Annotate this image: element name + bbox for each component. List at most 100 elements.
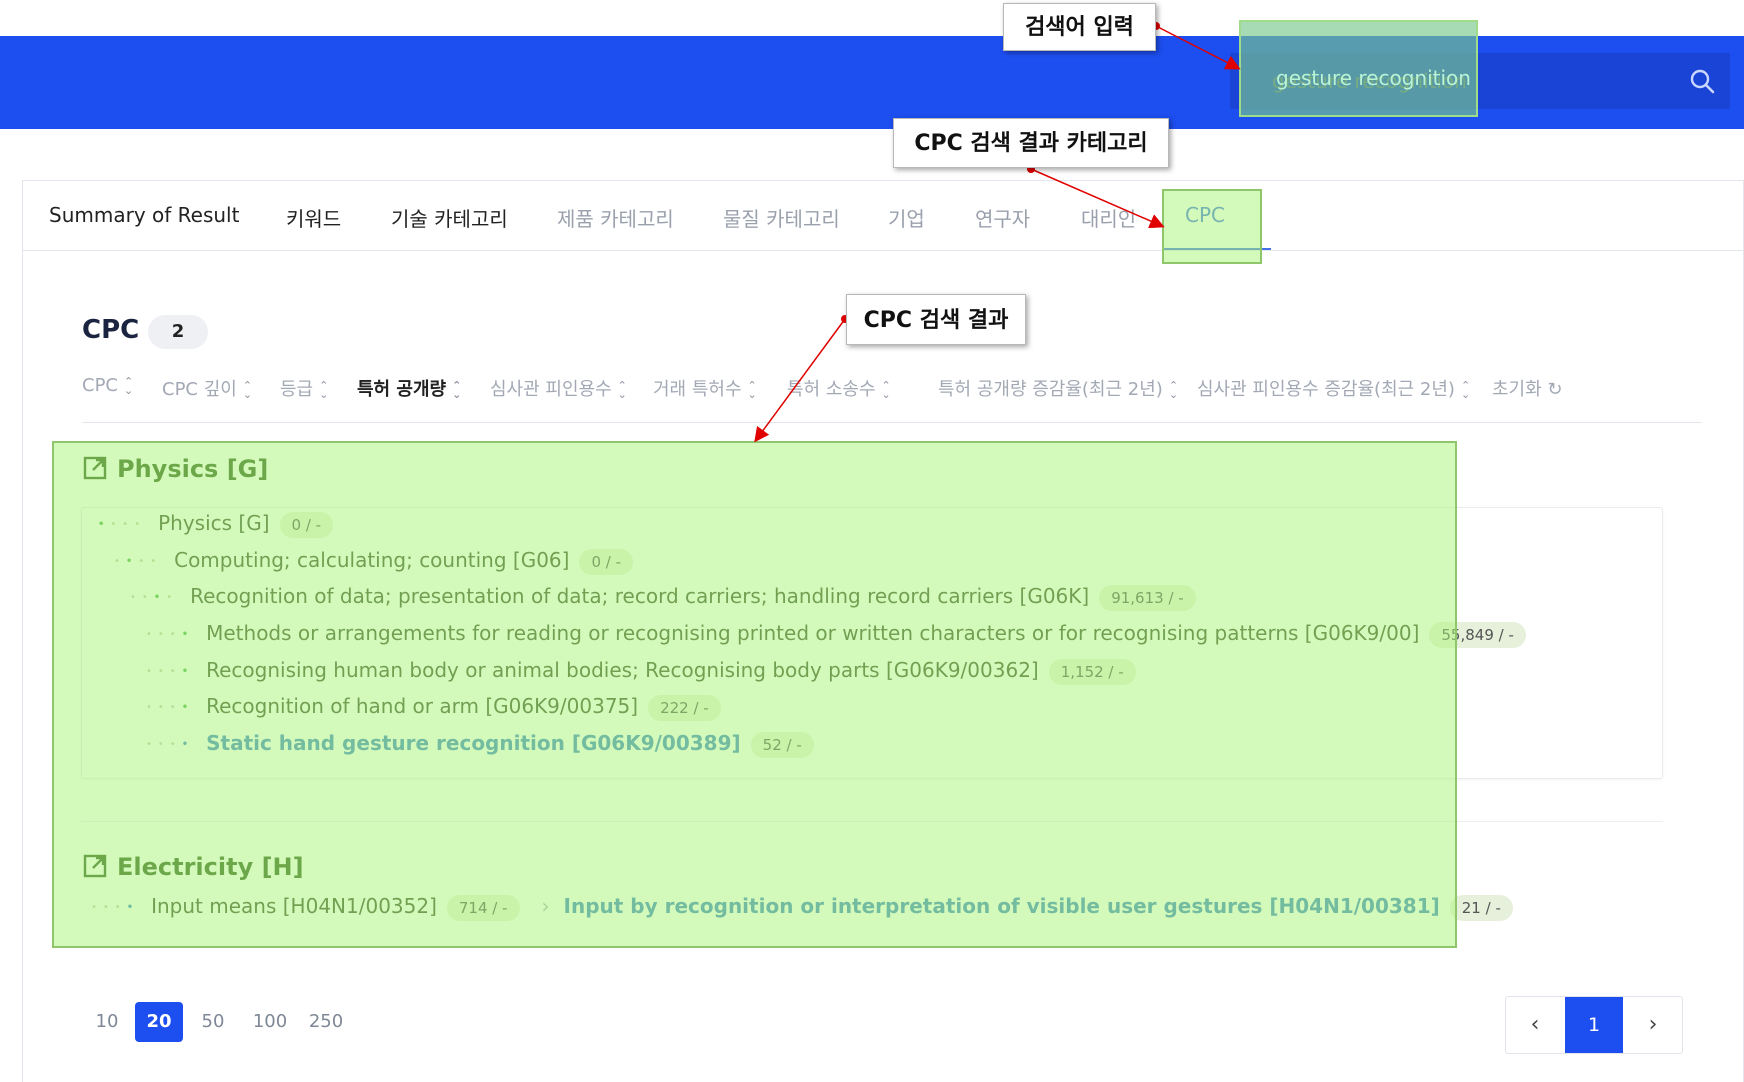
stat-pill: 21 / - — [1449, 894, 1513, 921]
sort-label: CPC 깊이 — [162, 379, 237, 400]
tab-cpc[interactable]: CPC — [1185, 203, 1225, 227]
tree-label: Static hand gesture recognition [G06K9/0… — [206, 731, 741, 755]
sort-cpc-depth[interactable]: CPC 깊이 ⌃ ⌄ — [162, 375, 252, 401]
depth-dots: •••• — [146, 628, 195, 640]
stat-pill: 0 / - — [279, 511, 334, 538]
result-count-badge: 2 — [148, 315, 208, 349]
sort-examiner-citations[interactable]: 심사관 피인용수 ⌃ ⌄ — [490, 375, 627, 401]
sort-bar: CPC ⌃ ⌄ CPC 깊이 ⌃ ⌄ 등급 ⌃ ⌄ 특허 공개량 ⌃ ⌄ 심사관 피인용수 ⌃ ⌄ … — [82, 375, 1702, 423]
stat-pill: 55,849 / - — [1429, 621, 1526, 648]
callout-cpc-results: CPC 검색 결과 — [846, 294, 1026, 345]
active-tab-underline — [1163, 248, 1271, 250]
tree-label-matched[interactable]: Input by recognition or interpretation o… — [564, 894, 1440, 918]
tab-summary-of-result[interactable]: Summary of Result — [49, 203, 239, 227]
tab-company[interactable]: 기업 — [888, 203, 925, 232]
sort-arrows-icon: ⌃ ⌄ — [319, 379, 329, 401]
reset-icon: ↻ — [1547, 379, 1563, 400]
tree-label: Recognition of data; presentation of dat… — [190, 584, 1090, 608]
search-icon[interactable] — [1688, 67, 1716, 95]
page-number-current[interactable]: 1 — [1565, 997, 1623, 1053]
highlight-search-text: gesture recognition — [1276, 66, 1471, 90]
section-title: CPC — [82, 315, 140, 345]
depth-dots: •••• — [91, 901, 140, 913]
sort-patent-publications[interactable]: 특허 공개량 ⌃ ⌄ — [357, 375, 461, 401]
sort-citation-growth[interactable]: 심사관 피인용수 증감율(최근 2년) ⌃ ⌄ — [1197, 375, 1470, 401]
tab-keyword[interactable]: 키워드 — [286, 203, 341, 232]
sort-label: 심사관 피인용수 증감율(최근 2년) — [1197, 379, 1455, 400]
group-divider — [81, 821, 1663, 822]
callout-search-input: 검색어 입력 — [1003, 3, 1156, 51]
cpc-tree: •••• Physics [G] 0 / - •••• Computing; calc… — [81, 507, 1663, 779]
tab-product-category[interactable]: 제품 카테고리 — [557, 203, 674, 232]
tree-row[interactable]: •••• Methods or arrangements for reading … — [146, 618, 1526, 648]
tree-row[interactable]: •••• Recognition of data; presentation of… — [130, 581, 1196, 611]
sort-publication-growth[interactable]: 특허 공개량 증감율(최근 2년) ⌃ ⌄ — [938, 375, 1178, 401]
sort-arrows-icon: ⌃ ⌄ — [1460, 379, 1471, 401]
depth-dots: •••• — [146, 738, 195, 750]
sort-label: CPC — [82, 375, 118, 396]
result-tabs: Summary of Result 키워드 기술 카테고리 제품 카테고리 물질… — [23, 181, 1744, 251]
sort-arrows-icon: ⌃ ⌄ — [452, 379, 462, 401]
tree-row-matched[interactable]: •••• Static hand gesture recognition [G06… — [146, 728, 814, 758]
pagination: ‹ 1 › — [1505, 996, 1683, 1054]
tab-tech-category[interactable]: 기술 카테고리 — [391, 203, 508, 232]
stat-pill: 714 / - — [446, 894, 520, 921]
page-size-option[interactable]: 50 — [198, 1002, 228, 1042]
stat-pill: 1,152 / - — [1048, 658, 1136, 685]
tree-label: Computing; calculating; counting [G06] — [174, 548, 570, 572]
sort-arrows-icon: ⌃ ⌄ — [881, 379, 891, 401]
sort-label: 특허 공개량 증감율(최근 2년) — [938, 379, 1163, 400]
tree-row[interactable]: •••• Computing; calculating; counting [G0… — [114, 545, 633, 575]
stat-pill: 222 / - — [648, 694, 721, 721]
tree-row[interactable]: •••• Recognising human body or animal bod… — [146, 655, 1136, 685]
chevron-right-icon[interactable]: › — [1624, 997, 1682, 1053]
tab-researcher[interactable]: 연구자 — [975, 203, 1030, 232]
tree-label: Recognition of hand or arm [G06K9/00375] — [206, 694, 639, 718]
tab-material-category[interactable]: 물질 카테고리 — [723, 203, 840, 232]
chevron-left-icon[interactable]: ‹ — [1506, 997, 1564, 1053]
external-link-icon — [83, 456, 107, 480]
sort-label: 거래 특허수 — [653, 379, 742, 400]
sort-arrows-icon: ⌃ ⌄ — [747, 379, 757, 401]
sort-grade[interactable]: 등급 ⌃ ⌄ — [280, 375, 328, 401]
tree-row[interactable]: •••• Recognition of hand or arm [G06K9/00… — [146, 691, 721, 721]
reset-button[interactable]: 초기화 ↻ — [1492, 375, 1563, 401]
tree-label: Recognising human body or animal bodies;… — [206, 658, 1039, 682]
depth-dots: •••• — [114, 555, 163, 567]
callout-cpc-category: CPC 검색 결과 카테고리 — [893, 118, 1169, 168]
sort-patent-lawsuits[interactable]: 특허 소송수 ⌃ ⌄ — [787, 375, 891, 401]
sort-arrows-icon: ⌃ ⌄ — [242, 379, 253, 401]
tab-agent[interactable]: 대리인 — [1081, 203, 1136, 232]
page-size-option[interactable]: 100 — [250, 1002, 290, 1042]
depth-dots: •••• — [98, 518, 147, 530]
sort-traded-patents[interactable]: 거래 특허수 ⌃ ⌄ — [653, 375, 757, 401]
page-size-option[interactable]: 250 — [306, 1002, 346, 1042]
group-title-physics[interactable]: Physics [G] — [83, 455, 268, 483]
group-title-text: Physics [G] — [117, 455, 269, 483]
stat-pill: 0 / - — [579, 548, 633, 575]
sort-label: 등급 — [280, 379, 314, 400]
sort-arrows-icon: ⌃ ⌄ — [124, 375, 134, 397]
group-title-text: Electricity [H] — [117, 853, 304, 881]
chevron-right-icon: › — [541, 894, 550, 918]
stat-pill: 91,613 / - — [1099, 584, 1196, 611]
highlight-search: gesture recognition — [1239, 20, 1478, 117]
stat-pill: 52 / - — [750, 731, 814, 758]
tree-label: Methods or arrangements for reading or r… — [206, 621, 1420, 645]
sort-cpc[interactable]: CPC ⌃ ⌄ — [82, 375, 133, 396]
sort-arrows-icon: ⌃ ⌄ — [617, 379, 627, 401]
group-title-electricity[interactable]: Electricity [H] — [83, 853, 304, 881]
sort-label: 특허 소송수 — [787, 379, 876, 400]
sort-label: 특허 공개량 — [357, 379, 447, 400]
depth-dots: •••• — [146, 701, 195, 713]
tree-row[interactable]: •••• Input means [H04N1/00352] 714 / - › Inp… — [91, 891, 1513, 921]
reset-label: 초기화 — [1492, 379, 1542, 400]
external-link-icon — [83, 854, 107, 878]
page-size-option-selected[interactable]: 20 — [135, 1002, 183, 1042]
sort-arrows-icon: ⌃ ⌄ — [1168, 379, 1179, 401]
depth-dots: •••• — [130, 591, 179, 603]
tree-row[interactable]: •••• Physics [G] 0 / - — [98, 508, 334, 538]
tree-label: Physics [G] — [158, 511, 270, 535]
page-size-option[interactable]: 10 — [92, 1002, 122, 1042]
tree-label: Input means [H04N1/00352] — [151, 894, 437, 918]
